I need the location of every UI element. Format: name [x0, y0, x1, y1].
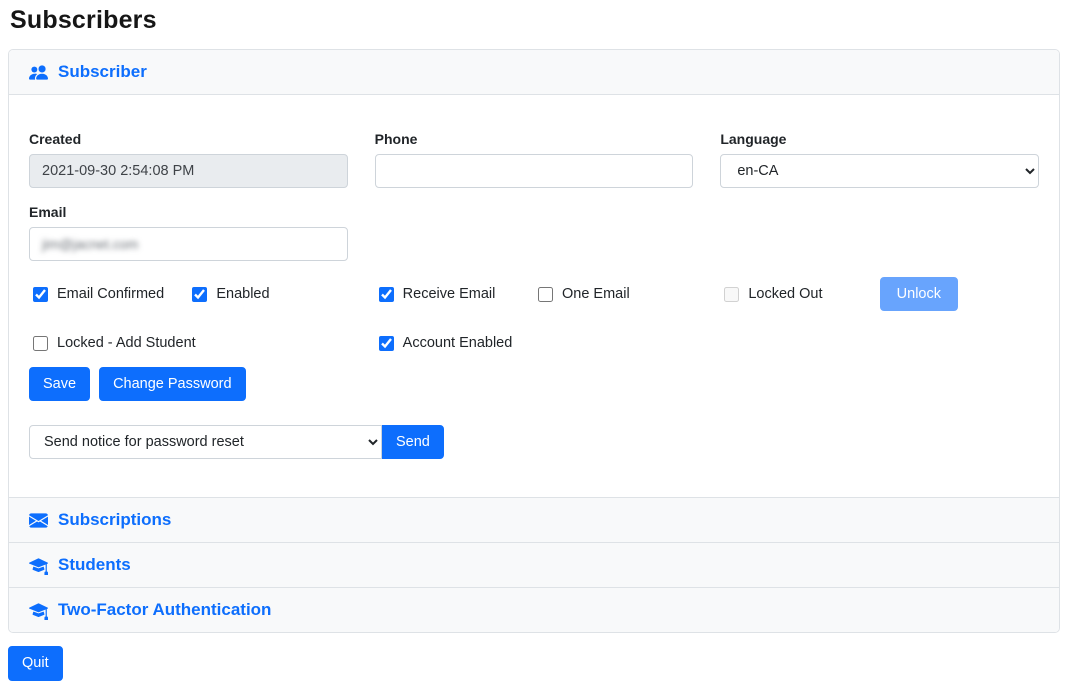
- email-value-redacted: jim@jacnet.com: [42, 237, 138, 252]
- unlock-button[interactable]: Unlock: [880, 277, 958, 311]
- locked-out-label: Locked Out: [748, 286, 822, 302]
- email-input[interactable]: jim@jacnet.com: [29, 227, 348, 261]
- created-input: [29, 154, 348, 188]
- checkbox-one-email[interactable]: One Email: [534, 286, 693, 302]
- email-confirmed-label: Email Confirmed: [57, 286, 164, 302]
- language-label: Language: [720, 131, 1039, 147]
- section-twofactor: Two-Factor Authentication: [9, 587, 1059, 632]
- receive-email-checkbox[interactable]: [379, 287, 394, 302]
- mortarboard-icon: [29, 601, 48, 620]
- account-enabled-label: Account Enabled: [403, 335, 513, 351]
- mortarboard-icon: [29, 556, 48, 575]
- checkbox-email-confirmed[interactable]: Email Confirmed: [29, 286, 188, 302]
- phone-input[interactable]: [375, 154, 694, 188]
- accordion-title-twofactor: Two-Factor Authentication: [58, 600, 271, 620]
- save-button[interactable]: Save: [29, 367, 90, 401]
- accordion-title-subscriptions: Subscriptions: [58, 510, 171, 530]
- checkbox-account-enabled[interactable]: Account Enabled: [375, 335, 694, 351]
- enabled-label: Enabled: [216, 286, 269, 302]
- envelope-icon: [29, 511, 48, 530]
- section-subscriber: Subscriber Created Phone Language: [9, 50, 1059, 497]
- account-enabled-checkbox[interactable]: [379, 336, 394, 351]
- language-select[interactable]: en-CA: [720, 154, 1039, 188]
- checkbox-enabled[interactable]: Enabled: [188, 286, 347, 302]
- send-button[interactable]: Send: [382, 425, 444, 459]
- locked-add-student-label: Locked - Add Student: [57, 335, 196, 351]
- locked-out-checkbox: [724, 287, 739, 302]
- page-title: Subscribers: [10, 6, 1060, 35]
- quit-button[interactable]: Quit: [8, 646, 63, 680]
- locked-add-student-checkbox[interactable]: [33, 336, 48, 351]
- people-icon: [29, 63, 48, 82]
- subscriber-accordion: Subscriber Created Phone Language: [8, 49, 1060, 633]
- section-students: Students: [9, 542, 1059, 587]
- subscriber-form: Created Phone Language en-CA: [9, 94, 1059, 497]
- accordion-header-twofactor[interactable]: Two-Factor Authentication: [9, 588, 1059, 632]
- email-label: Email: [29, 204, 348, 220]
- notice-select[interactable]: Send notice for password reset: [29, 425, 382, 459]
- checkbox-receive-email[interactable]: Receive Email: [375, 286, 534, 302]
- subscribers-page: Subscribers Subscriber Created Phone: [0, 0, 1082, 681]
- receive-email-label: Receive Email: [403, 286, 496, 302]
- phone-label: Phone: [375, 131, 694, 147]
- accordion-header-subscriptions[interactable]: Subscriptions: [9, 498, 1059, 542]
- one-email-label: One Email: [562, 286, 630, 302]
- enabled-checkbox[interactable]: [192, 287, 207, 302]
- accordion-header-subscriber[interactable]: Subscriber: [9, 50, 1059, 94]
- accordion-title-subscriber: Subscriber: [58, 62, 147, 82]
- checkbox-locked-out: Locked Out: [720, 286, 879, 302]
- created-label: Created: [29, 131, 348, 147]
- accordion-header-students[interactable]: Students: [9, 543, 1059, 587]
- change-password-button[interactable]: Change Password: [99, 367, 246, 401]
- checkbox-locked-add-student[interactable]: Locked - Add Student: [29, 335, 348, 351]
- section-subscriptions: Subscriptions: [9, 497, 1059, 542]
- email-confirmed-checkbox[interactable]: [33, 287, 48, 302]
- one-email-checkbox[interactable]: [538, 287, 553, 302]
- accordion-title-students: Students: [58, 555, 131, 575]
